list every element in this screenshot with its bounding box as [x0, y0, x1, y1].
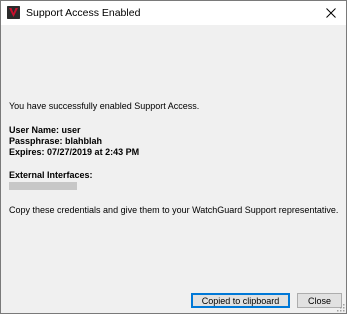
support-access-dialog: Support Access Enabled You have successf…: [0, 0, 347, 314]
copy-to-clipboard-button[interactable]: Copied to clipboard: [191, 293, 290, 308]
passphrase-line: Passphrase: blahblah: [9, 136, 103, 146]
instructions-text: Copy these credentials and give them to …: [9, 205, 339, 215]
success-message: You have successfully enabled Support Ac…: [9, 101, 200, 111]
expires-line: Expires: 07/27/2019 at 2:43 PM: [9, 147, 140, 157]
close-icon[interactable]: [316, 1, 346, 25]
window-title: Support Access Enabled: [26, 7, 141, 19]
username-line: User Name: user: [9, 125, 81, 135]
redacted-interface-address: [9, 182, 77, 190]
dialog-content: You have successfully enabled Support Ac…: [1, 25, 346, 313]
watchguard-app-icon: [7, 6, 20, 19]
resize-grip-icon[interactable]: [335, 302, 345, 312]
title-bar[interactable]: Support Access Enabled: [1, 1, 346, 25]
external-interfaces-label: External Interfaces:: [9, 170, 93, 180]
